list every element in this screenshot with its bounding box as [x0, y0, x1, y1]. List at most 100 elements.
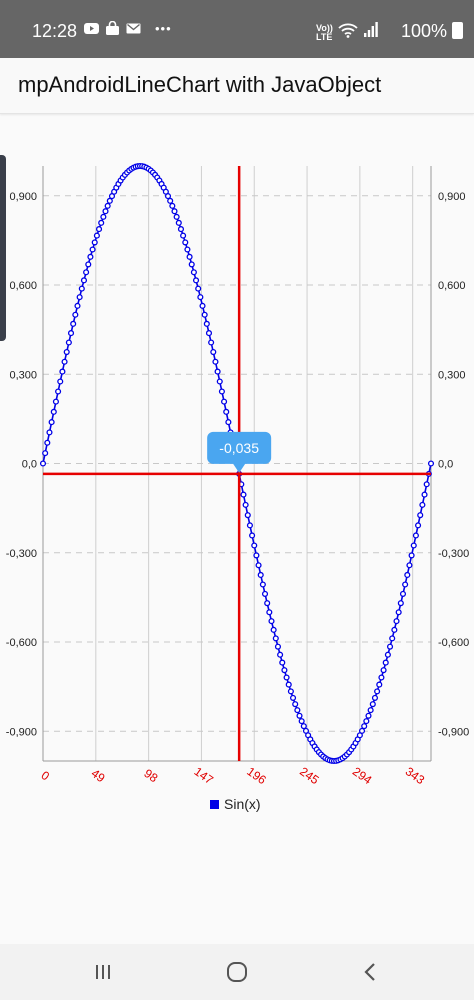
data-point: [285, 681, 292, 688]
data-point: [188, 261, 195, 268]
data-point: [378, 674, 385, 681]
data-point: [85, 261, 92, 268]
data-point: [294, 707, 301, 714]
data-point: [225, 419, 232, 426]
data-point: [402, 581, 409, 588]
data-point: [76, 294, 83, 301]
data-point: [197, 294, 204, 301]
data-point: [421, 491, 428, 498]
recent-apps-icon[interactable]: [88, 958, 118, 986]
data-point: [171, 208, 178, 215]
data-point: [255, 562, 262, 569]
data-point: [214, 368, 221, 375]
data-point: [382, 659, 389, 666]
x-tick-label: 0: [39, 768, 53, 783]
data-point: [210, 348, 217, 356]
page-title: mpAndroidLineChart with JavaObject: [18, 72, 382, 97]
data-point: [300, 723, 307, 730]
youtube-icon: [84, 21, 99, 36]
data-point: [74, 302, 81, 309]
data-point: [67, 330, 75, 337]
home-icon[interactable]: [222, 958, 252, 986]
x-tick-label: 98: [141, 766, 160, 785]
data-point: [244, 512, 251, 519]
data-point: [287, 688, 294, 695]
data-point: [419, 501, 426, 508]
y-tick-label-left: 0,300: [9, 369, 37, 381]
data-point: [380, 667, 387, 674]
data-point: [266, 609, 273, 616]
y-tick-label-right: 0,900: [438, 191, 466, 203]
data-point: [369, 701, 376, 708]
x-tick-label: 196: [244, 764, 269, 787]
data-point: [389, 635, 396, 642]
data-point: [223, 408, 230, 415]
battery-icon: [452, 22, 463, 39]
data-point: [371, 694, 379, 701]
data-point: [169, 202, 176, 209]
data-point: [277, 651, 284, 658]
data-point: [251, 542, 258, 549]
y-tick-label-left: -0,900: [6, 726, 37, 738]
y-tick-label-right: -0,900: [438, 726, 469, 738]
data-point: [365, 712, 372, 719]
status-bar: 12:28 ••• Vo)) LTE 100%: [0, 0, 474, 58]
data-point: [393, 618, 400, 625]
data-point: [279, 659, 286, 666]
app-bar: mpAndroidLineChart with JavaObject: [0, 58, 474, 114]
data-point: [240, 491, 247, 498]
data-point: [190, 269, 197, 276]
data-point: [259, 581, 266, 588]
data-point: [358, 727, 366, 734]
data-point: [374, 688, 381, 695]
data-point: [167, 197, 174, 204]
data-point: [296, 712, 303, 719]
lte-indicator: Vo)) LTE: [316, 22, 333, 42]
data-point: [104, 202, 111, 209]
data-point: [221, 398, 228, 405]
back-icon[interactable]: [356, 958, 386, 986]
y-tick-label-left: 0,600: [9, 280, 37, 292]
data-point: [249, 532, 256, 539]
data-point: [195, 285, 202, 292]
data-point: [257, 571, 264, 578]
data-point: [281, 667, 288, 674]
status-time: 12:28: [32, 21, 78, 41]
legend-label: Sin(x): [224, 796, 261, 812]
data-point: [397, 600, 404, 607]
data-point: [57, 378, 64, 385]
legend-swatch: [210, 800, 219, 809]
data-point: [410, 542, 417, 549]
data-point: [93, 232, 100, 239]
battery-percent: 100%: [400, 21, 447, 41]
data-point: [218, 388, 225, 395]
status-connectivity: Vo)) LTE: [316, 22, 378, 43]
data-point: [192, 277, 200, 284]
data-point: [242, 501, 249, 508]
mail-icon: [126, 21, 141, 36]
data-point: [80, 277, 88, 284]
data-point: [164, 193, 172, 200]
data-point: [261, 590, 269, 597]
data-point: [376, 681, 383, 688]
highlight-marker-label: -0,035: [219, 440, 259, 456]
data-point: [212, 358, 219, 365]
data-point: [384, 651, 391, 658]
data-point: [423, 481, 430, 488]
data-point: [264, 600, 271, 607]
data-point: [274, 643, 282, 650]
navigation-bar: [0, 944, 474, 1000]
data-point: [39, 460, 47, 467]
data-point: [391, 626, 398, 633]
data-point: [106, 197, 113, 204]
y-tick-label-left: 0,900: [9, 191, 37, 203]
x-tick-label: 343: [403, 764, 428, 787]
data-point: [72, 311, 79, 318]
data-point: [89, 246, 96, 253]
data-point: [408, 552, 415, 559]
data-point: [363, 718, 370, 725]
data-point: [404, 571, 411, 578]
data-point: [65, 339, 72, 346]
line-chart[interactable]: 0,900 0,900 0,600 0,600 0,300 0,300 0,0 0,0 -0,3…: [0, 115, 474, 895]
data-point: [83, 269, 90, 276]
